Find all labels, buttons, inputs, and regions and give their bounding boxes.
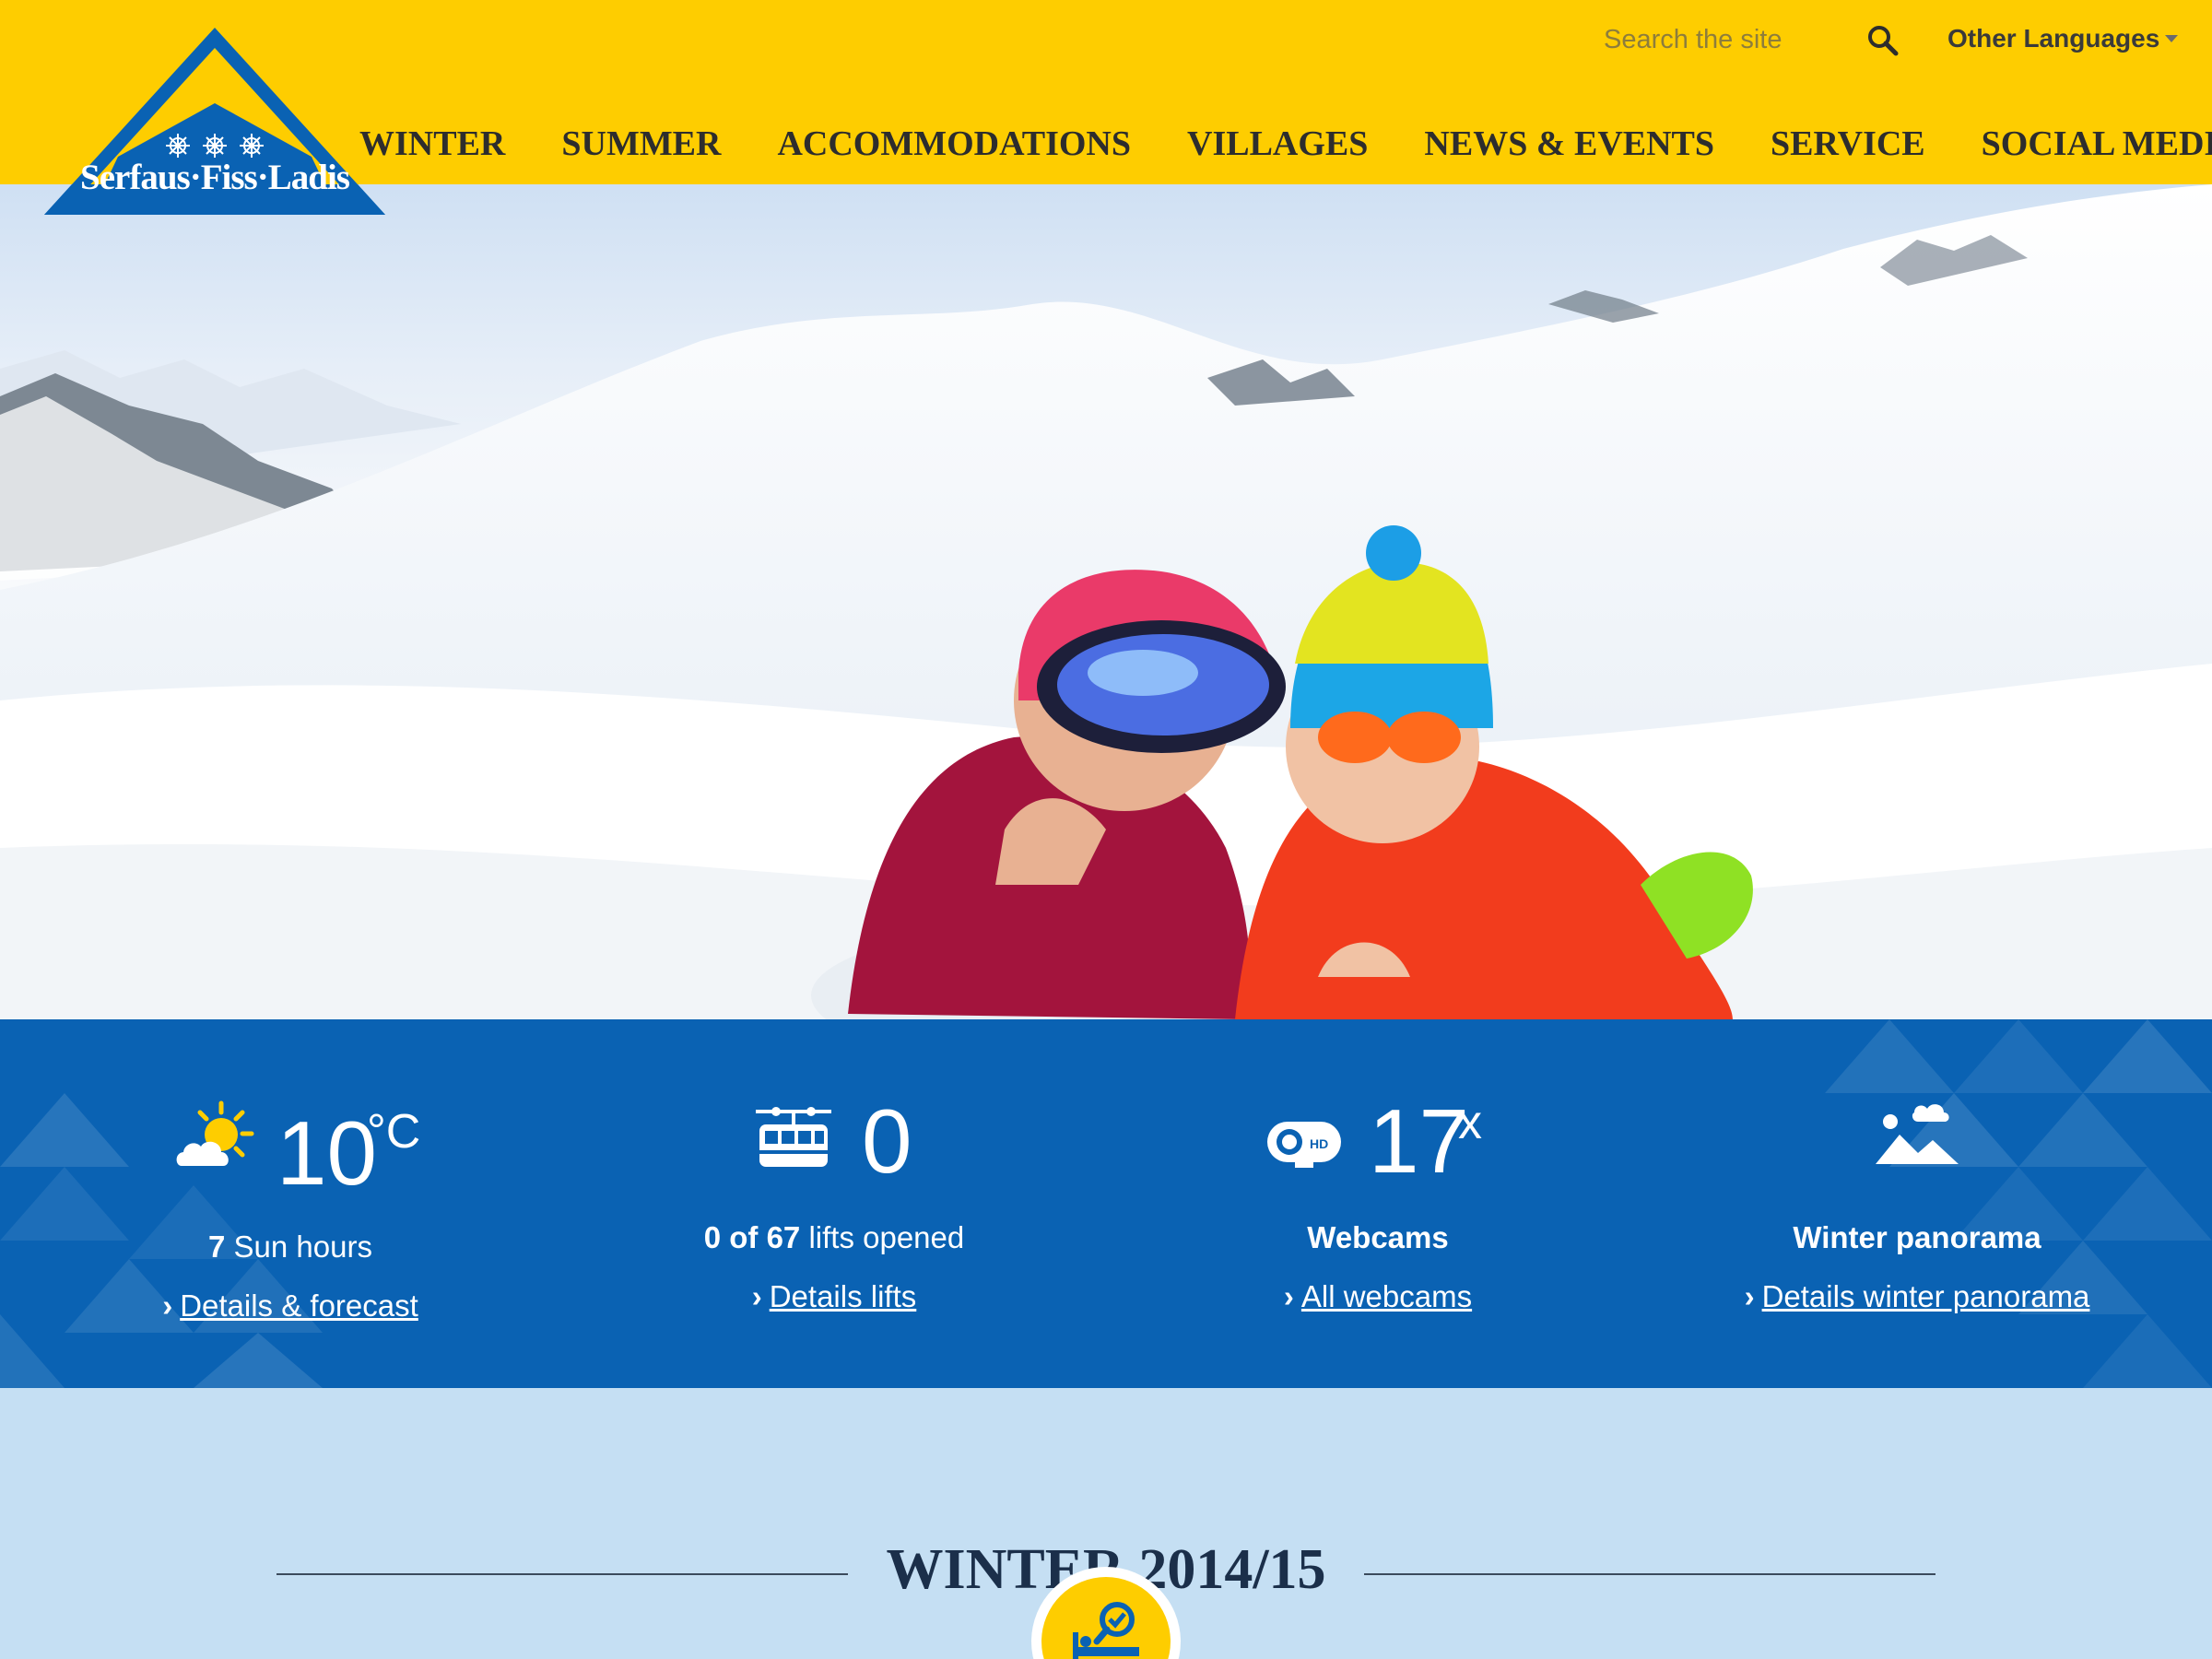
sun-hours: 7 Sun hours bbox=[129, 1230, 452, 1265]
lifts-open-count: 0 of 67 bbox=[703, 1220, 801, 1254]
main-nav: WINTER SUMMER ACCOMMODATIONS VILLAGES NE… bbox=[359, 118, 2212, 170]
temperature-unit: °C bbox=[367, 1105, 421, 1159]
info-band: 10 °C 7 Sun hours › Details & forecast 0… bbox=[0, 1019, 2212, 1388]
language-selector[interactable]: Other Languages bbox=[1947, 20, 2179, 57]
hero-image bbox=[0, 184, 2212, 1019]
panorama-link-label: Details winter panorama bbox=[1761, 1279, 2090, 1313]
nav-accommodations[interactable]: ACCOMMODATIONS bbox=[777, 118, 1131, 170]
search-icon[interactable] bbox=[1866, 24, 1900, 57]
section-rule-left bbox=[276, 1573, 848, 1575]
language-label: Other Languages bbox=[1947, 24, 2160, 53]
webcams-link-label: All webcams bbox=[1300, 1279, 1473, 1313]
gondola-icon bbox=[756, 1106, 831, 1172]
temperature-value: 10 bbox=[276, 1102, 378, 1204]
nav-service[interactable]: SERVICE bbox=[1771, 118, 1925, 170]
accommodation-search-icon bbox=[1073, 1602, 1139, 1659]
lifts-details-link[interactable]: › Details lifts bbox=[673, 1279, 995, 1314]
weather-sun-cloud-icon bbox=[171, 1100, 258, 1187]
chevron-right-icon: › bbox=[1283, 1279, 1294, 1313]
panorama-icon bbox=[1876, 1100, 1959, 1166]
logo-text: Serfaus·Fiss·Ladis bbox=[80, 158, 350, 197]
webcams-count: 17 bbox=[1369, 1090, 1470, 1192]
weather-link-label: Details & forecast bbox=[180, 1288, 418, 1323]
panorama-label: Winter panorama bbox=[1793, 1220, 2041, 1254]
webcams-widget: HD 17 x Webcams › All webcams bbox=[1217, 1019, 1539, 1388]
search-input[interactable] bbox=[1604, 19, 1825, 60]
lifts-open-text: lifts opened bbox=[808, 1220, 965, 1254]
nav-social-media[interactable]: SOCIAL MEDIA bbox=[1982, 118, 2212, 170]
webcams-link[interactable]: › All webcams bbox=[1217, 1279, 1539, 1314]
nav-villages[interactable]: VILLAGES bbox=[1187, 118, 1368, 170]
chevron-right-icon: › bbox=[751, 1279, 762, 1313]
weather-details-link[interactable]: › Details & forecast bbox=[129, 1288, 452, 1324]
webcam-icon: HD bbox=[1267, 1118, 1341, 1170]
panorama-widget: Winter panorama › Details winter panorama bbox=[1714, 1019, 2120, 1388]
chevron-down-icon bbox=[2165, 35, 2179, 42]
webcams-label: Webcams bbox=[1307, 1220, 1449, 1254]
lifts-status: 0 of 67 lifts opened bbox=[673, 1220, 995, 1255]
search-bar bbox=[1604, 17, 1899, 63]
sun-hours-text: Sun hours bbox=[233, 1230, 372, 1264]
two-girls-in-snow-photo bbox=[0, 184, 2212, 1019]
lifts-link-label: Details lifts bbox=[769, 1279, 917, 1313]
chevron-right-icon: › bbox=[1744, 1279, 1755, 1313]
sun-hours-value: 7 bbox=[208, 1230, 226, 1264]
site-logo[interactable]: Serfaus·Fiss·Ladis bbox=[44, 28, 385, 217]
lifts-widget: 0 0 of 67 lifts opened › Details lifts bbox=[673, 1019, 995, 1388]
lifts-count: 0 bbox=[862, 1090, 912, 1192]
chevron-right-icon: › bbox=[162, 1288, 173, 1323]
section-rule-right bbox=[1364, 1573, 1936, 1575]
svg-text:HD: HD bbox=[1310, 1136, 1328, 1151]
webcams-unit: x bbox=[1458, 1096, 1482, 1149]
panorama-link[interactable]: › Details winter panorama bbox=[1714, 1279, 2120, 1314]
nav-news-events[interactable]: NEWS & EVENTS bbox=[1424, 118, 1714, 170]
weather-widget: 10 °C 7 Sun hours › Details & forecast bbox=[129, 1019, 452, 1388]
nav-summer[interactable]: SUMMER bbox=[561, 118, 721, 170]
